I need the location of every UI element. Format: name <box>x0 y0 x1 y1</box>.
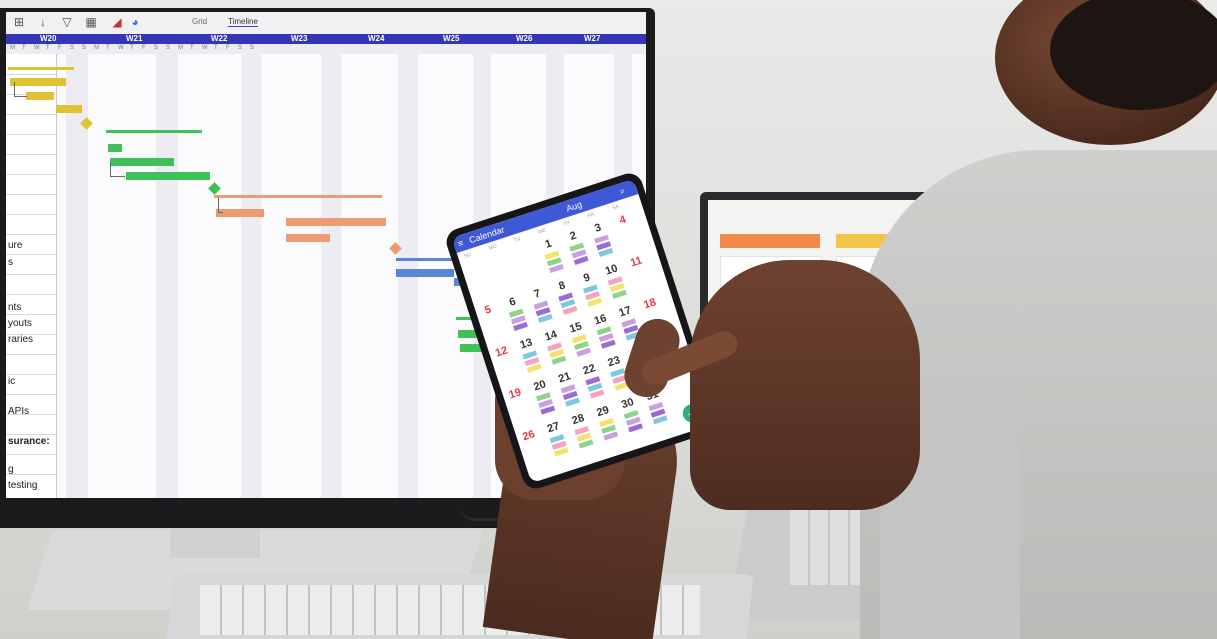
task-label[interactable]: youts <box>8 318 32 329</box>
day-letter: S <box>70 45 75 51</box>
day-letter: S <box>250 45 255 51</box>
calendar-day[interactable]: 5 <box>477 301 500 319</box>
tab-timeline[interactable]: Timeline <box>228 17 258 27</box>
weekday-label: TU <box>512 235 522 244</box>
photo: ⊞ ↓ ▽ ▦ ◢ ◕ Grid Timeline W20 W21 W22 W2… <box>0 0 1217 639</box>
weekday-label: MO <box>488 243 498 252</box>
gantt-summary-bar[interactable] <box>8 67 74 70</box>
task-label[interactable]: ure <box>8 240 22 251</box>
day-letter: T <box>106 45 110 51</box>
day-letter: F <box>58 45 62 51</box>
gantt-task-bar[interactable] <box>108 144 122 152</box>
day-letter: S <box>166 45 171 51</box>
task-label[interactable]: surance: <box>8 436 50 447</box>
task-label[interactable]: raries <box>8 334 33 345</box>
task-label[interactable]: nts <box>8 302 21 313</box>
week-label: W27 <box>584 34 601 43</box>
weekend-column <box>156 54 178 498</box>
gantt-task-bar[interactable] <box>396 269 454 277</box>
task-label[interactable]: s <box>8 257 13 268</box>
day-letter: F <box>142 45 146 51</box>
week-header: W20 W21 W22 W23 W24 W25 W26 W27 <box>6 34 646 44</box>
gantt-task-bar[interactable] <box>26 92 54 100</box>
calendar-day[interactable]: 18 <box>639 295 662 313</box>
gantt-task-bar[interactable] <box>216 209 264 217</box>
grid-icon[interactable]: ⊞ <box>12 15 26 29</box>
weekday-label: FR <box>587 211 596 220</box>
day-letter: W <box>118 45 124 51</box>
dependency-link <box>110 162 125 177</box>
day-letter: T <box>130 45 134 51</box>
tab-grid[interactable]: Grid <box>192 17 207 26</box>
gantt-task-bar[interactable] <box>286 218 386 226</box>
calendar-day[interactable]: 11 <box>625 253 648 271</box>
day-letter: S <box>238 45 243 51</box>
gantt-summary-bar[interactable] <box>106 130 202 133</box>
table-icon[interactable]: ▦ <box>84 15 98 29</box>
weekday-label: WE <box>537 227 548 236</box>
day-letter: S <box>154 45 159 51</box>
task-label[interactable]: g <box>8 464 14 475</box>
pie-icon[interactable]: ◕ <box>128 15 142 29</box>
week-label: W25 <box>443 34 460 43</box>
kanban-column-header <box>720 234 820 248</box>
day-letter: T <box>46 45 50 51</box>
person-right-hand <box>690 260 920 510</box>
week-label: W23 <box>291 34 308 43</box>
gantt-task-bar[interactable] <box>56 105 82 113</box>
day-letter: S <box>82 45 87 51</box>
download-icon[interactable]: ↓ <box>36 15 50 29</box>
calendar-day[interactable]: 12 <box>490 343 513 361</box>
day-letter: T <box>22 45 26 51</box>
week-label: W22 <box>211 34 228 43</box>
weekday-label: SA <box>611 203 620 212</box>
day-letter: F <box>226 45 230 51</box>
search-icon[interactable]: ⌕ <box>618 185 626 197</box>
weekend-column <box>241 54 261 498</box>
calendar-day[interactable]: 26 <box>517 427 540 445</box>
task-label[interactable]: APIs <box>8 406 29 417</box>
gantt-summary-bar[interactable] <box>214 195 382 198</box>
day-letter: M <box>10 45 15 51</box>
day-letter: M <box>94 45 99 51</box>
milestone-marker[interactable] <box>208 182 221 195</box>
calendar-day[interactable]: 19 <box>504 385 527 403</box>
month-selector[interactable]: Aug <box>565 199 583 213</box>
week-label: W21 <box>126 34 143 43</box>
task-label[interactable]: ic <box>8 376 15 387</box>
day-letter: T <box>214 45 218 51</box>
day-letter: W <box>202 45 208 51</box>
monitor-stand-neck <box>170 528 260 558</box>
day-letter: T <box>190 45 194 51</box>
weekday-label: TH <box>562 219 571 228</box>
filter-icon[interactable]: ▽ <box>60 15 74 29</box>
day-header: MTWTFSSMTWTFSSMTWTFSS <box>6 44 646 54</box>
task-label[interactable]: testing <box>8 480 37 491</box>
week-label: W26 <box>516 34 533 43</box>
week-label: W20 <box>40 34 57 43</box>
gantt-task-bar[interactable] <box>126 172 210 180</box>
day-letter: M <box>178 45 183 51</box>
gantt-toolbar: ⊞ ↓ ▽ ▦ ◢ ◕ Grid Timeline <box>6 12 646 35</box>
weekend-column <box>321 54 341 498</box>
dependency-link <box>14 82 27 97</box>
weekday-label: SU <box>463 251 472 260</box>
dependency-link <box>218 198 223 213</box>
chart-icon[interactable]: ◢ <box>110 15 124 29</box>
gantt-task-bar[interactable] <box>286 234 330 242</box>
task-list: ure s nts youts raries ic APIs surance: … <box>6 54 57 498</box>
day-letter: W <box>34 45 40 51</box>
menu-icon[interactable]: ≡ <box>457 238 465 249</box>
week-label: W24 <box>368 34 385 43</box>
calendar-day[interactable]: 4 <box>611 211 634 229</box>
